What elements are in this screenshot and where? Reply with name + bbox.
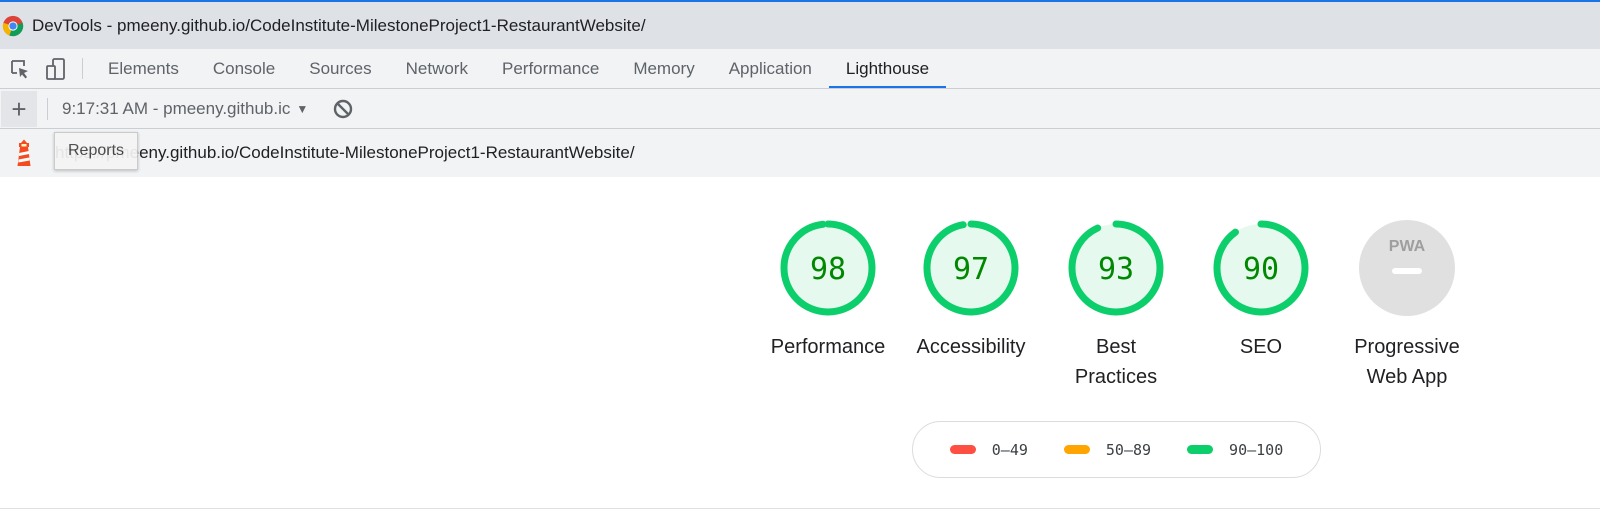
legend-swatch — [949, 445, 976, 454]
gauge-ring: 90 — [1213, 220, 1309, 316]
legend-item-average: 50–89 — [1063, 440, 1152, 459]
score-legend: 0–49 50–89 90–100 — [912, 421, 1321, 478]
gauge-label-line: SEO — [1239, 336, 1283, 358]
legend-swatch — [1063, 445, 1090, 454]
gauge-pwa[interactable]: PWA Progressive Web App — [1342, 218, 1472, 392]
legend-range: 0–49 — [991, 440, 1028, 459]
gauge-score: 90 — [1243, 252, 1279, 287]
gauge-ring: 98 — [780, 220, 876, 316]
gauge-label-line: Practices — [1074, 366, 1158, 388]
gauge-label-line: Accessibility — [916, 336, 1026, 358]
gauge-label: Accessibility — [906, 332, 1036, 362]
gauge-label: Best Practices — [1051, 332, 1181, 392]
gauge-score: 97 — [953, 252, 989, 287]
gauge-label-line: Web App — [1366, 366, 1448, 388]
gauge-label-line: Best — [1095, 336, 1137, 358]
gauge-ring: 97 — [923, 220, 1019, 316]
legend-swatch — [1187, 445, 1214, 454]
score-gauges: 98 Performance 97 Accessibility 93 Best … — [0, 0, 1600, 522]
gauge-label-line: Performance — [770, 336, 886, 358]
legend-item-fail: 0–49 — [949, 440, 1028, 459]
legend-range: 90–100 — [1229, 440, 1284, 459]
gauge-score: 93 — [1098, 252, 1134, 287]
gauge-performance[interactable]: 98 Performance — [763, 218, 893, 362]
legend-range: 50–89 — [1105, 440, 1152, 459]
gauge-accessibility[interactable]: 97 Accessibility — [906, 218, 1036, 362]
pwa-badge-text: PWA — [1389, 238, 1426, 255]
gauge-label-line: Progressive — [1354, 336, 1460, 358]
gauge-best-practices[interactable]: 93 Best Practices — [1051, 218, 1181, 392]
gauge-label: Performance — [763, 332, 893, 362]
gauge-seo[interactable]: 90 SEO — [1196, 218, 1326, 362]
gauge-ring: 93 — [1068, 220, 1164, 316]
pwa-badge-icon: PWA — [1359, 220, 1455, 316]
divider — [0, 508, 1600, 509]
gauge-score: 98 — [810, 252, 846, 287]
legend-item-pass: 90–100 — [1187, 441, 1283, 459]
gauge-label: Progressive Web App — [1342, 332, 1472, 392]
gauge-label: SEO — [1196, 332, 1326, 362]
